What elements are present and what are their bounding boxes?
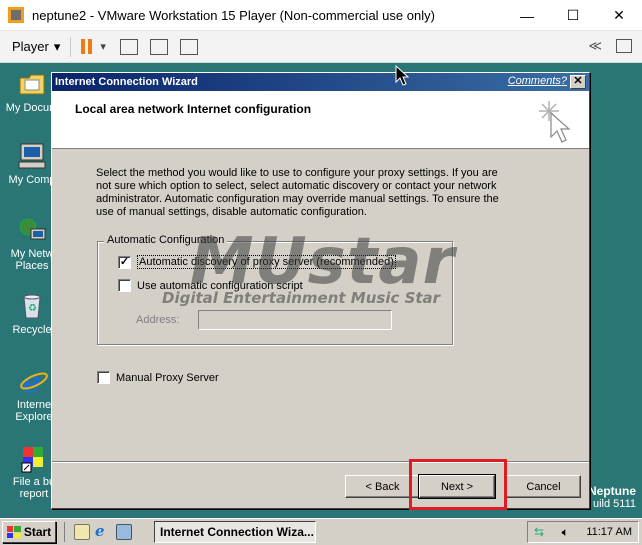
- chevron-down-icon: ▾: [53, 38, 61, 54]
- internet-explorer-icon: e: [19, 365, 49, 400]
- wizard-titlebar: Internet Connection Wizard Comments? ✕: [52, 73, 589, 91]
- toolbar-divider: [70, 36, 72, 57]
- watermark-logo: MUstar: [190, 225, 456, 299]
- vmware-logo-icon: [8, 7, 24, 23]
- network-icon: [17, 215, 47, 245]
- window-title: neptune2 - VMware Workstation 15 Player …: [32, 7, 435, 23]
- bug-report-icon: [19, 443, 49, 473]
- start-label: Start: [23, 525, 52, 539]
- folder-documents-icon: [17, 69, 47, 99]
- manual-proxy-option[interactable]: Manual Proxy Server: [97, 371, 219, 384]
- wizard-sparkle-icon: [535, 97, 575, 145]
- windows-flag-icon: [6, 526, 21, 538]
- start-button[interactable]: Start: [2, 521, 56, 543]
- wizard-footer-divider: [52, 461, 589, 463]
- next-button-highlight: [409, 459, 507, 510]
- desktop-brand: Neptune uild 5111: [588, 485, 636, 511]
- recycle-bin-icon: ♻: [17, 291, 47, 321]
- mouse-cursor-icon: [395, 64, 410, 90]
- desktop-brand-name: Neptune: [588, 484, 636, 498]
- collapse-icon[interactable]: ≪: [588, 38, 602, 54]
- desktop-build: uild 5111: [592, 498, 636, 510]
- player-menu-label: Player: [12, 39, 49, 54]
- maximize-button[interactable]: ☐: [550, 0, 596, 31]
- vmware-toolbar: Player ▾ ▾ ≪: [0, 31, 642, 63]
- network-tray-icon[interactable]: ⇆: [534, 525, 544, 539]
- fullscreen-icon[interactable]: [149, 38, 168, 55]
- watermark-tagline: Digital Entertainment Music Star: [162, 289, 441, 307]
- manual-proxy-checkbox[interactable]: [97, 371, 110, 384]
- outlook-express-icon[interactable]: [116, 524, 132, 540]
- quick-launch: e: [64, 522, 132, 542]
- chevron-down-icon[interactable]: ▾: [100, 40, 106, 53]
- unity-icon[interactable]: [179, 38, 198, 55]
- auto-script-checkbox[interactable]: [118, 279, 131, 292]
- wizard-heading: Local area network Internet configuratio…: [75, 102, 312, 116]
- pause-icon[interactable]: [81, 39, 93, 54]
- manual-proxy-label[interactable]: Manual Proxy Server: [116, 372, 219, 384]
- show-desktop-icon[interactable]: [74, 524, 90, 540]
- wizard-title: Internet Connection Wizard: [55, 76, 198, 88]
- comments-link[interactable]: Comments?: [508, 75, 567, 87]
- send-ctrl-alt-del-icon[interactable]: [119, 38, 138, 55]
- cancel-button[interactable]: Cancel: [506, 475, 581, 498]
- message-log-icon[interactable]: [616, 39, 632, 53]
- taskbar-item-internet-connection-wizard[interactable]: Internet Connection Wiza...: [154, 521, 316, 543]
- wizard-description: Select the method you would like to use …: [96, 167, 499, 218]
- taskbar: Start e Internet Connection Wiza... ⇆ 🔈︎…: [0, 518, 642, 545]
- address-label: Address:: [136, 314, 180, 326]
- system-tray: ⇆ 🔈︎ 11:17 AM: [527, 521, 639, 543]
- minimize-button[interactable]: —: [504, 0, 550, 31]
- svg-text:♻: ♻: [28, 303, 37, 314]
- auto-discovery-checkbox[interactable]: ✓: [118, 255, 131, 269]
- wizard-header: Local area network Internet configuratio…: [52, 91, 589, 149]
- address-input: [198, 310, 392, 330]
- player-menu[interactable]: Player ▾: [12, 39, 60, 55]
- internet-explorer-icon[interactable]: e: [95, 524, 111, 540]
- close-button[interactable]: ✕: [596, 0, 642, 31]
- clock: 11:17 AM: [586, 526, 632, 538]
- vmware-titlebar: neptune2 - VMware Workstation 15 Player …: [0, 0, 642, 31]
- volume-icon[interactable]: 🔈︎: [562, 525, 569, 540]
- wizard-close-button[interactable]: ✕: [570, 75, 586, 89]
- computer-icon: [17, 141, 47, 171]
